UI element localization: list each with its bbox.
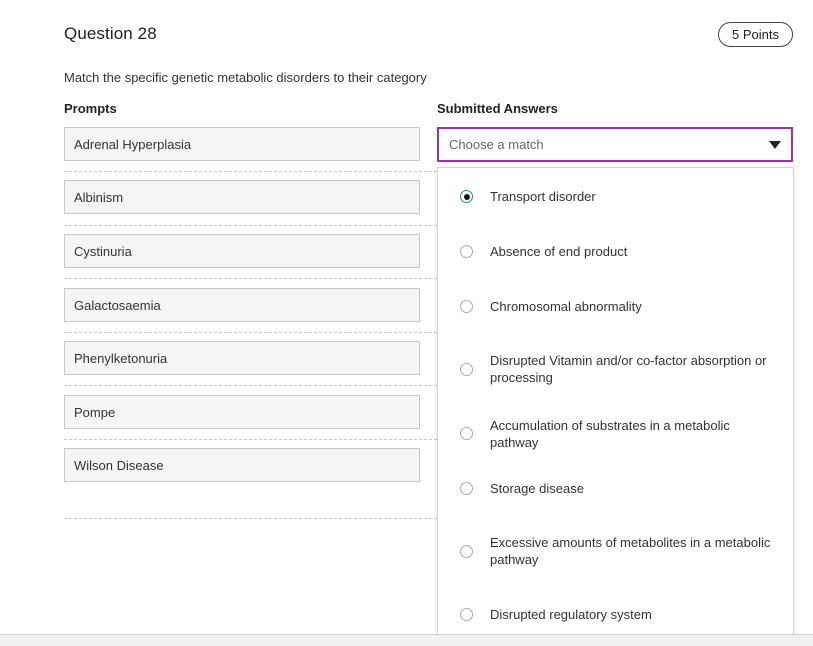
- caret-down-icon[interactable]: [769, 141, 781, 149]
- radio-icon[interactable]: [460, 362, 473, 376]
- prompt-row: Adrenal Hyperplasia: [64, 127, 420, 161]
- radio-icon[interactable]: [460, 482, 473, 495]
- select-placeholder: Choose a match: [449, 137, 544, 152]
- row-divider: [64, 278, 437, 279]
- row-divider: [64, 332, 437, 333]
- prompt-row: Albinism: [64, 180, 420, 214]
- dropdown-option[interactable]: Absence of end product: [438, 243, 793, 260]
- option-label: Excessive amounts of metabolites in a me…: [490, 535, 771, 567]
- prompts-header: Prompts: [64, 101, 117, 116]
- dropdown-option[interactable]: Disrupted regulatory system: [438, 606, 793, 623]
- page-footer-bar: [0, 634, 813, 646]
- option-label: Disrupted Vitamin and/or co-factor absor…: [490, 353, 767, 385]
- row-divider: [64, 225, 437, 226]
- dropdown-option[interactable]: Chromosomal abnormality: [438, 298, 793, 315]
- dropdown-option[interactable]: Disrupted Vitamin and/or co-factor absor…: [438, 352, 793, 386]
- option-label: Absence of end product: [490, 244, 628, 259]
- match-dropdown-list: Transport disorder Absence of end produc…: [437, 167, 794, 642]
- prompt-row: Cystinuria: [64, 234, 420, 268]
- question-page: Question 28 5 Points Match the specific …: [0, 0, 813, 646]
- points-badge: 5 Points: [718, 22, 793, 47]
- radio-icon[interactable]: [460, 245, 473, 258]
- dropdown-option[interactable]: Storage disease: [438, 480, 793, 497]
- answer-select[interactable]: Choose a match: [437, 127, 793, 162]
- option-label: Disrupted regulatory system: [490, 607, 652, 622]
- row-divider: [64, 385, 437, 386]
- radio-icon[interactable]: [460, 300, 473, 313]
- submitted-answers-header: Submitted Answers: [437, 101, 558, 116]
- radio-icon[interactable]: [460, 608, 473, 621]
- radio-selected-icon[interactable]: [460, 190, 473, 203]
- radio-icon[interactable]: [460, 427, 473, 440]
- prompt-row: Wilson Disease: [64, 448, 420, 482]
- row-divider: [64, 518, 437, 519]
- radio-icon[interactable]: [460, 544, 473, 558]
- dropdown-option[interactable]: Transport disorder: [438, 188, 793, 205]
- row-divider: [64, 439, 437, 440]
- prompt-row: Phenylketonuria: [64, 341, 420, 375]
- option-label: Storage disease: [490, 481, 584, 496]
- prompt-row: Galactosaemia: [64, 288, 420, 322]
- option-label: Accumulation of substrates in a metaboli…: [490, 417, 730, 450]
- dropdown-option[interactable]: Excessive amounts of metabolites in a me…: [438, 534, 793, 568]
- dropdown-option[interactable]: Accumulation of substrates in a metaboli…: [438, 418, 793, 450]
- question-instructions: Match the specific genetic metabolic dis…: [64, 70, 427, 85]
- prompt-row: Pompe: [64, 395, 420, 429]
- row-divider: [64, 171, 437, 172]
- option-label: Chromosomal abnormality: [490, 299, 642, 314]
- question-title: Question 28: [64, 24, 157, 43]
- option-label: Transport disorder: [490, 189, 596, 204]
